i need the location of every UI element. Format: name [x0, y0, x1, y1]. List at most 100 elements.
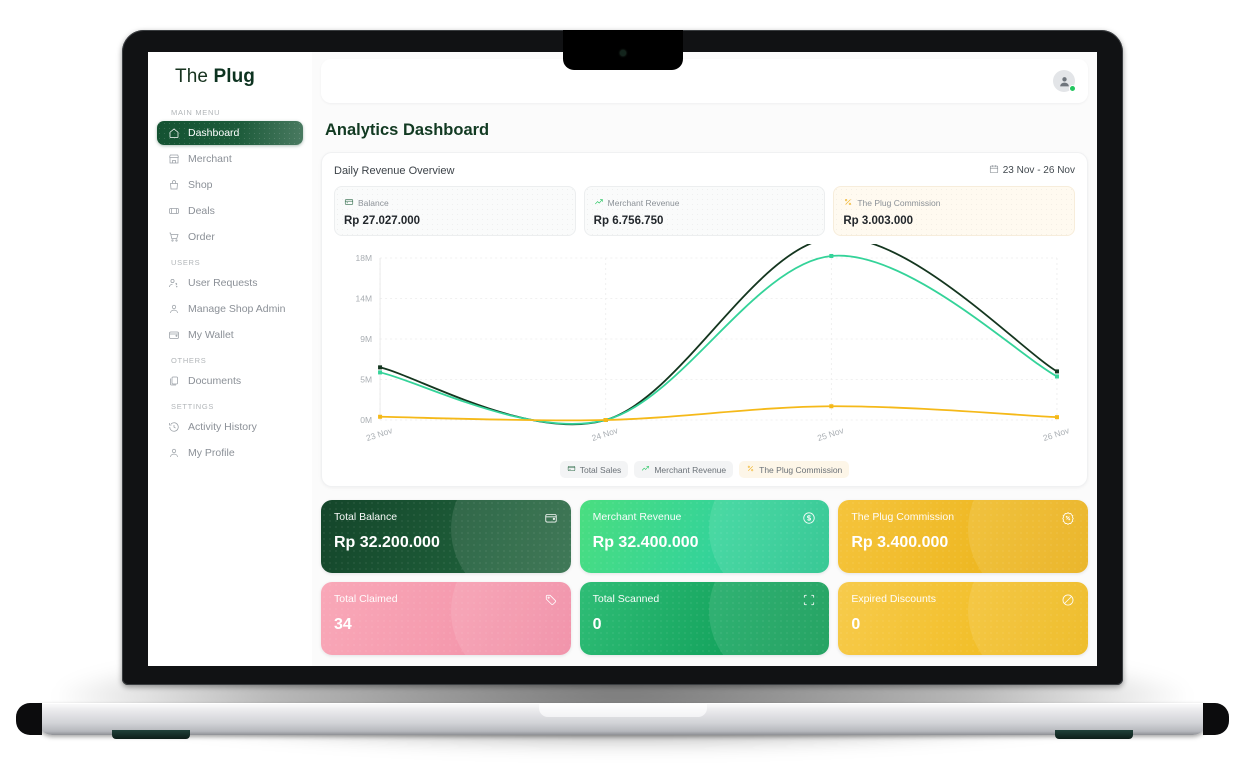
sidebar-item-deals[interactable]: Deals [157, 199, 303, 223]
legend-item-merchant-revenue[interactable]: Merchant Revenue [634, 461, 734, 478]
sidebar-item-label: Documents [188, 375, 242, 387]
sidebar-item-user-requests[interactable]: User Requests [157, 271, 303, 295]
daily-revenue-card: Daily Revenue Overview 23 Nov - 26 Nov B… [321, 152, 1088, 487]
stat-card-total-scanned[interactable]: Total Scanned 0 [579, 582, 830, 655]
metric-value: Rp 27.027.000 [344, 215, 421, 227]
user-question-icon [168, 277, 180, 289]
main-content: Analytics Dashboard Daily Revenue Overvi… [312, 52, 1097, 666]
stat-value: 34 [334, 616, 352, 633]
svg-text:26 Nov: 26 Nov [1042, 425, 1071, 443]
sidebar-item-my-profile[interactable]: My Profile [157, 441, 303, 465]
documents-icon [168, 375, 180, 387]
trend-up-icon [641, 464, 650, 475]
sidebar: The Plug MAIN MENU Dashboard Merchant Shop D… [148, 52, 312, 666]
stat-value: Rp 32.400.000 [592, 534, 699, 551]
revenue-line-chart: 0M 5M 9M 14M 18M 23 Nov 24 Nov 25 Nov 26 Nov [334, 244, 1075, 459]
user-icon [168, 447, 180, 459]
svg-text:5M: 5M [360, 375, 372, 385]
stat-card-the-plug-commission[interactable]: The Plug Commission Rp 3.400.000 [838, 500, 1088, 573]
trend-up-icon [594, 194, 604, 212]
svg-text:18M: 18M [355, 253, 372, 263]
metric-card-balance: Balance Rp 27.027.000 [334, 186, 576, 236]
camera-notch [562, 30, 683, 70]
sidebar-item-activity-history[interactable]: Activity History [157, 415, 303, 439]
basket-icon [168, 179, 180, 191]
stat-label: Merchant Revenue [592, 511, 682, 523]
sidebar-item-label: Shop [188, 179, 213, 191]
wallet-icon [168, 329, 180, 341]
sidebar-item-shop[interactable]: Shop [157, 173, 303, 197]
dollar-icon [802, 511, 816, 530]
svg-text:25 Nov: 25 Nov [816, 425, 845, 443]
legend-item-the-plug-commission[interactable]: The Plug Commission [739, 461, 850, 478]
stat-card-expired-discounts[interactable]: Expired Discounts 0 [838, 582, 1088, 655]
svg-text:24 Nov: 24 Nov [590, 425, 619, 443]
stat-label: Total Scanned [592, 593, 660, 605]
laptop-mockup: The Plug MAIN MENU Dashboard Merchant Shop D… [0, 0, 1245, 776]
metric-card-the-plug-commission: The Plug Commission Rp 3.003.000 [833, 186, 1076, 236]
date-range-label: 23 Nov - 26 Nov [1002, 165, 1075, 176]
camera-icon [619, 50, 626, 56]
badge-percent-icon [1061, 511, 1075, 530]
metric-label: Balance [358, 198, 389, 208]
card-icon [567, 464, 576, 475]
card-title: Daily Revenue Overview [334, 164, 455, 177]
ticket-icon [168, 205, 180, 217]
scan-icon [802, 593, 816, 612]
stat-card-total-balance[interactable]: Total Balance Rp 32.200.000 [321, 500, 571, 573]
brand-bold: Plug [213, 66, 256, 87]
laptop-base-cap-right [1203, 703, 1229, 735]
calendar-icon [989, 164, 999, 177]
sidebar-item-label: Deals [188, 205, 215, 217]
sidebar-item-manage-shop-admin[interactable]: Manage Shop Admin [157, 297, 303, 321]
sidebar-item-label: Activity History [188, 421, 257, 433]
metric-card-merchant-revenue: Merchant Revenue Rp 6.756.750 [583, 186, 826, 236]
user-icon [168, 303, 180, 315]
cart-icon [168, 231, 180, 243]
avatar[interactable] [1053, 70, 1076, 92]
date-range-picker[interactable]: 23 Nov - 26 Nov [989, 164, 1075, 177]
laptop-base-cap-left [16, 703, 42, 735]
stat-value: Rp 3.400.000 [851, 534, 949, 551]
sidebar-item-label: My Profile [188, 447, 235, 459]
status-badge [1069, 85, 1076, 92]
metric-value: Rp 6.756.750 [593, 215, 664, 227]
sidebar-item-my-wallet[interactable]: My Wallet [157, 323, 303, 347]
metric-value: Rp 3.003.000 [843, 215, 914, 227]
tag-check-icon [544, 593, 558, 612]
stat-label: Total Balance [334, 511, 398, 523]
laptop-foot-right [1055, 730, 1133, 739]
brand-light: The [175, 66, 209, 87]
store-icon [168, 153, 180, 165]
svg-text:23 Nov: 23 Nov [365, 425, 394, 443]
chart-legend: Total Sales Merchant Revenue The Plug Comm… [334, 461, 1075, 478]
legend-item-total-sales[interactable]: Total Sales [559, 461, 629, 478]
stat-value: 0 [592, 616, 602, 633]
stat-card-merchant-revenue[interactable]: Merchant Revenue Rp 32.400.000 [579, 500, 830, 573]
percent-icon [746, 464, 755, 475]
stat-label: The Plug Commission [851, 511, 955, 523]
screen: The Plug MAIN MENU Dashboard Merchant Shop D… [148, 52, 1097, 666]
home-icon [168, 127, 180, 139]
sidebar-item-dashboard[interactable]: Dashboard [157, 121, 303, 145]
metric-mini-cards: Balance Rp 27.027.000 Merchant Revenue Rp 6… [334, 186, 1076, 236]
laptop-base [38, 703, 1207, 735]
sidebar-item-label: My Wallet [188, 329, 234, 341]
ban-icon [1061, 593, 1075, 612]
sidebar-section-label: MAIN MENU [171, 108, 221, 117]
sidebar-item-documents[interactable]: Documents [157, 369, 303, 393]
app-root: The Plug MAIN MENU Dashboard Merchant Shop D… [148, 52, 1097, 666]
sidebar-item-label: Merchant [188, 153, 232, 165]
sidebar-item-merchant[interactable]: Merchant [157, 147, 303, 171]
wallet-icon [544, 511, 558, 530]
card-header: Daily Revenue Overview 23 Nov - 26 Nov [334, 164, 1075, 177]
legend-label: The Plug Commission [759, 464, 843, 475]
stat-card-total-claimed[interactable]: Total Claimed 34 [321, 582, 571, 655]
topbar [321, 59, 1088, 103]
brand-logo[interactable]: The Plug [157, 52, 303, 99]
sidebar-section-label: USERS [171, 258, 201, 267]
sidebar-section-label: SETTINGS [171, 402, 215, 411]
clock-history-icon [168, 421, 180, 433]
sidebar-item-order[interactable]: Order [157, 225, 303, 249]
svg-text:9M: 9M [360, 334, 372, 344]
